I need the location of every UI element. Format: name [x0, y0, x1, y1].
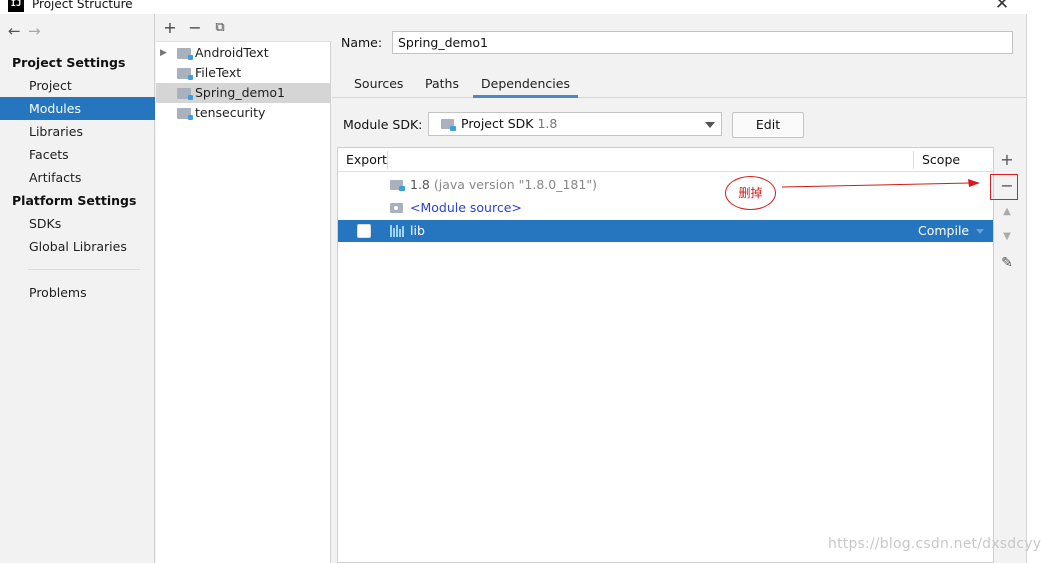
remove-highlight-box — [990, 174, 1018, 200]
module-item[interactable]: tensecurity — [156, 103, 330, 123]
sidebar-item-modules[interactable]: Modules — [0, 97, 155, 120]
project-settings-heading: Project Settings — [12, 55, 126, 70]
chevron-down-icon[interactable] — [705, 122, 715, 128]
nav-history: ← → — [8, 22, 48, 40]
module-sdk-dropdown[interactable]: Project SDK 1.8 — [428, 112, 722, 136]
module-item[interactable]: FileText — [156, 63, 330, 83]
intellij-app-icon: IJ — [8, 0, 24, 12]
table-row-selected[interactable]: lib Compile — [338, 220, 993, 242]
jdk-detail: (java version "1.8.0_181") — [429, 177, 597, 192]
table-row[interactable]: <Module source> — [338, 197, 993, 219]
settings-sidebar: ← → Project Settings Project Modules Libr… — [0, 14, 155, 563]
scope-chevron-down-icon[interactable] — [976, 229, 984, 234]
module-details: Name: Spring_demo1 Sources Paths Depende… — [332, 14, 1041, 563]
edit-pencil-icon[interactable]: ✎ — [997, 253, 1017, 273]
module-source-folder-icon — [390, 203, 403, 213]
column-divider — [387, 151, 388, 169]
tab-sources[interactable]: Sources — [354, 75, 403, 98]
export-column-header[interactable]: Export — [346, 148, 387, 172]
sidebar-item-libraries[interactable]: Libraries — [0, 120, 155, 143]
platform-settings-heading: Platform Settings — [12, 193, 137, 208]
window-edge — [1026, 14, 1041, 563]
module-folder-icon — [177, 108, 193, 120]
module-item-label: Spring_demo1 — [195, 85, 285, 100]
jdk-name: 1.8 — [410, 177, 430, 192]
module-item-label: FileText — [195, 65, 242, 80]
add-dependency-icon[interactable]: + — [997, 150, 1017, 170]
move-down-icon[interactable]: ▼ — [997, 227, 1017, 247]
copy-module-icon[interactable]: ⧉ — [211, 19, 229, 37]
module-folder-icon — [177, 88, 193, 100]
tab-dependencies[interactable]: Dependencies — [473, 75, 578, 98]
module-item[interactable]: ▶ AndroidText — [156, 43, 330, 63]
sidebar-item-sdks[interactable]: SDKs — [0, 212, 155, 235]
name-label: Name: — [341, 35, 383, 50]
sdk-version: 1.8 — [537, 116, 558, 131]
library-name: lib — [410, 223, 425, 238]
edit-sdk-button[interactable]: Edit — [732, 112, 804, 138]
dependencies-side-toolbar: + − ▲ ▼ ✎ — [994, 147, 1020, 563]
remove-module-icon[interactable]: − — [186, 19, 204, 37]
annotation-arrow — [782, 179, 980, 188]
back-arrow-icon[interactable]: ← — [8, 22, 28, 40]
annotation-oval: 删掉 — [725, 176, 776, 210]
scope-column-header[interactable]: Scope — [922, 148, 960, 172]
module-tabs: Sources Paths Dependencies — [332, 70, 1026, 98]
sidebar-item-facets[interactable]: Facets — [0, 143, 155, 166]
sidebar-item-problems[interactable]: Problems — [0, 281, 155, 304]
title-bar: IJ Project Structure ✕ — [0, 0, 1041, 14]
watermark: https://blog.csdn.net/dxsdcyy — [828, 536, 1041, 552]
module-item-selected[interactable]: Spring_demo1 — [156, 83, 330, 103]
table-header: Export Scope — [338, 148, 993, 172]
module-item-label: AndroidText — [195, 45, 269, 60]
sidebar-item-project[interactable]: Project — [0, 74, 155, 97]
module-source-label: <Module source> — [410, 200, 522, 215]
expand-triangle-icon[interactable]: ▶ — [160, 43, 167, 63]
library-icon — [390, 225, 404, 237]
window-title: Project Structure — [32, 0, 133, 11]
sdk-folder-icon — [441, 119, 456, 131]
sidebar-divider — [28, 269, 140, 270]
jdk-folder-icon — [390, 180, 405, 191]
module-toolbar: + − ⧉ — [156, 14, 331, 42]
dependencies-table: Export Scope 1.8 (java version "1.8.0_18… — [337, 147, 994, 563]
module-list-pane: + − ⧉ ▶ AndroidText FileText Spring_demo… — [156, 14, 331, 563]
export-checkbox[interactable] — [357, 224, 371, 238]
column-divider — [913, 151, 914, 169]
sdk-value: Project SDK — [461, 116, 534, 131]
add-module-icon[interactable]: + — [161, 19, 179, 37]
forward-arrow-icon[interactable]: → — [28, 22, 48, 40]
tab-paths[interactable]: Paths — [425, 75, 459, 98]
close-icon[interactable]: ✕ — [992, 0, 1012, 13]
module-sdk-label: Module SDK: — [343, 117, 423, 132]
sidebar-item-global-libraries[interactable]: Global Libraries — [0, 235, 155, 258]
move-up-icon[interactable]: ▲ — [997, 202, 1017, 222]
module-name-input[interactable]: Spring_demo1 — [392, 31, 1013, 54]
module-folder-icon — [177, 48, 193, 60]
module-item-label: tensecurity — [195, 105, 266, 120]
module-folder-icon — [177, 68, 193, 80]
scope-value[interactable]: Compile — [918, 220, 969, 242]
sidebar-item-artifacts[interactable]: Artifacts — [0, 166, 155, 189]
